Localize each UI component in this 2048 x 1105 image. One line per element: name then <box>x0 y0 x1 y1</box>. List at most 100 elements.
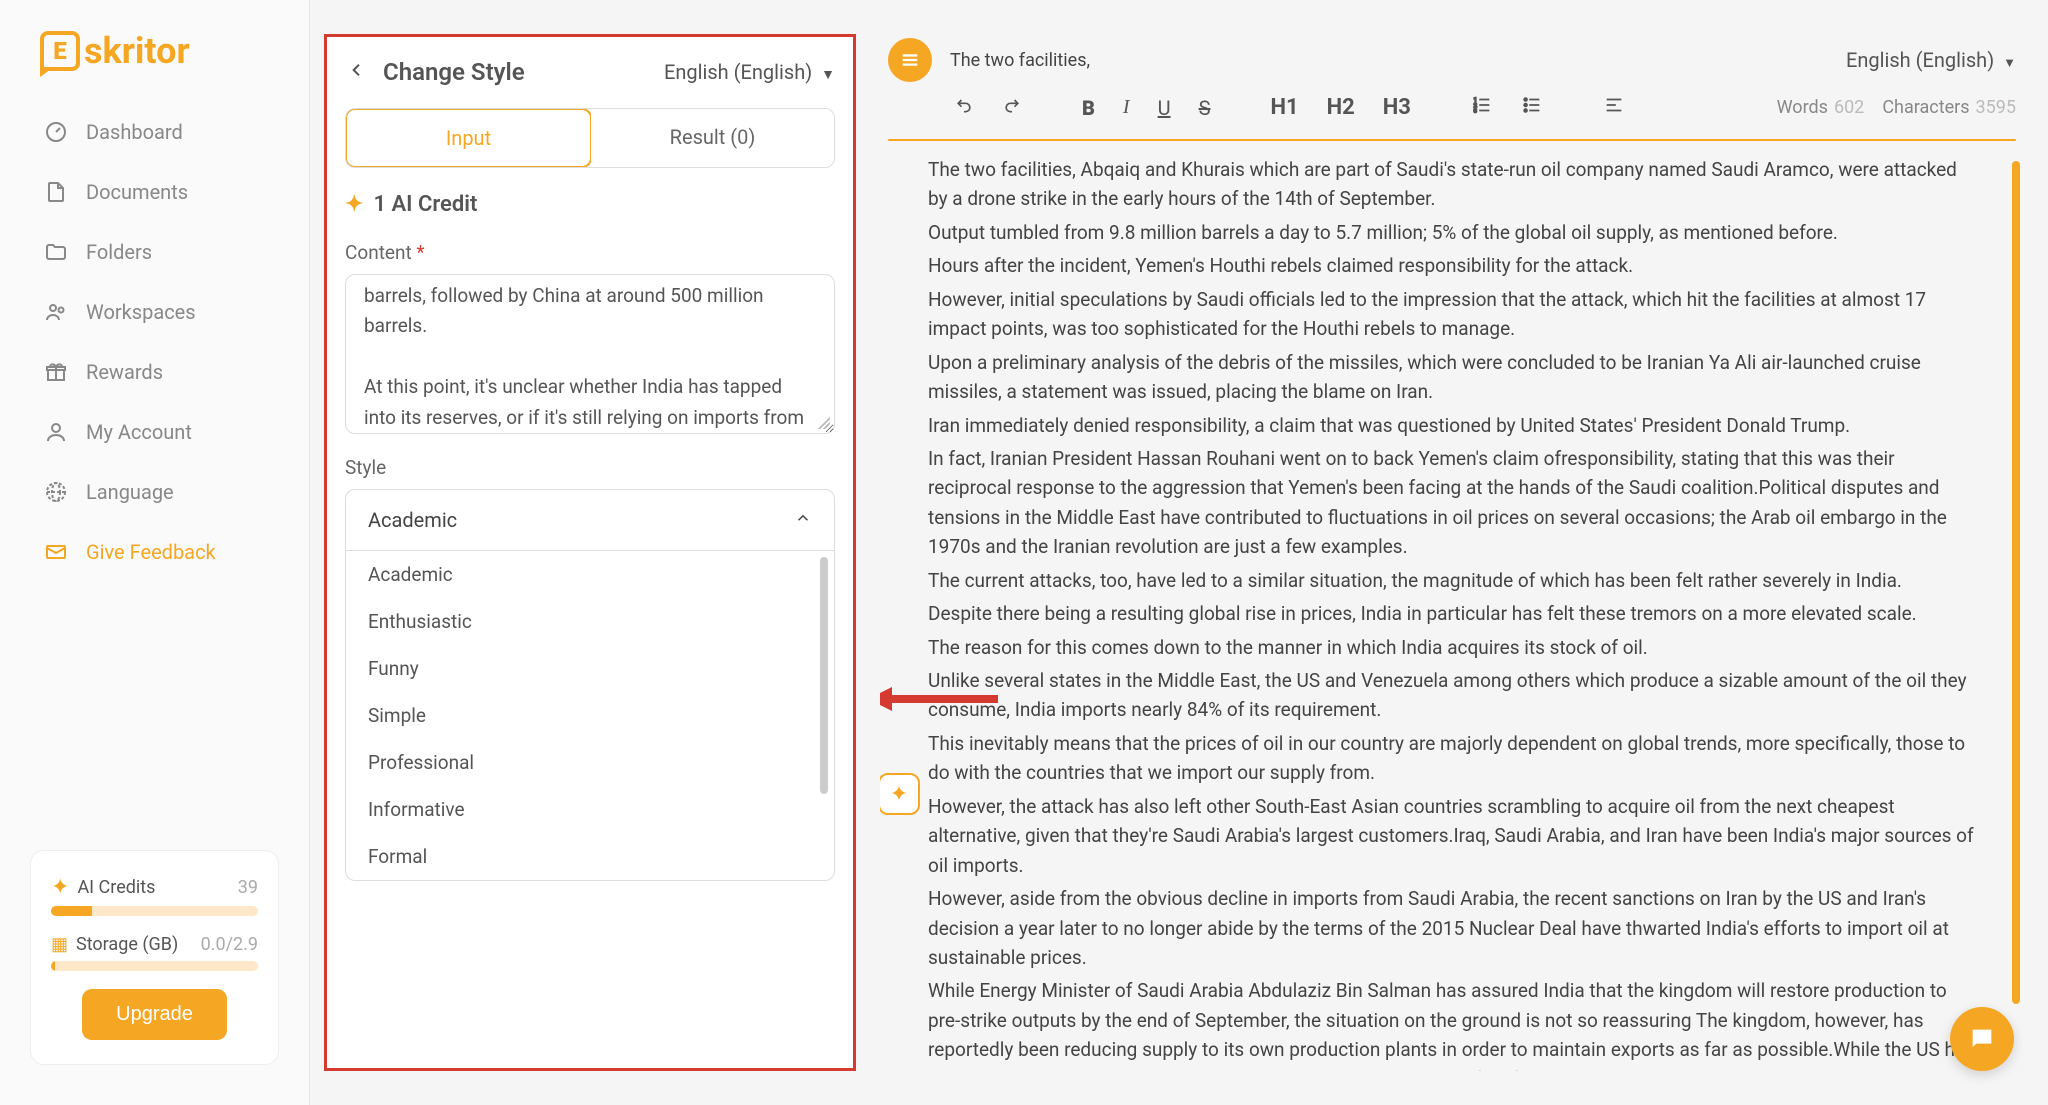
words-label: Words <box>1777 97 1828 118</box>
sidebar-item-documents[interactable]: Documents <box>24 162 285 222</box>
document-paragraph[interactable]: In fact, Iranian President Hassan Rouhan… <box>928 444 1980 562</box>
sidebar-item-label: My Account <box>86 420 192 444</box>
style-option-funny[interactable]: Funny <box>346 645 834 692</box>
sidebar-item-dashboard[interactable]: Dashboard <box>24 102 285 162</box>
ai-credits-label: AI Credits <box>77 877 155 898</box>
document-paragraph[interactable]: Output tumbled from 9.8 million barrels … <box>928 218 1980 247</box>
document-paragraph[interactable]: The current attacks, too, have led to a … <box>928 566 1980 595</box>
style-label: Style <box>345 456 835 479</box>
logo[interactable]: E skritor <box>0 20 309 102</box>
ai-credits-value: 39 <box>238 877 258 898</box>
mail-icon <box>44 540 68 564</box>
document-paragraph[interactable]: Hours after the incident, Yemen's Houthi… <box>928 251 1980 280</box>
menu-button[interactable] <box>888 38 932 82</box>
logo-text: skritor <box>84 30 190 72</box>
globe-icon <box>44 480 68 504</box>
document-paragraph[interactable]: This inevitably means that the prices of… <box>928 729 1980 788</box>
style-option-simple[interactable]: Simple <box>346 692 834 739</box>
storage-value: 0.0/2.9 <box>201 934 258 955</box>
chat-fab[interactable] <box>1950 1007 2014 1071</box>
editor-toolbar: B I U S H1 H2 H3 123 <box>880 82 2024 139</box>
sidebar-nav: Dashboard Documents Folders Workspaces <box>0 102 309 830</box>
sidebar-item-workspaces[interactable]: Workspaces <box>24 282 285 342</box>
sidebar: E skritor Dashboard Documents Folders <box>0 0 310 1105</box>
panel-language-select[interactable]: English (English) ▼ <box>664 60 835 84</box>
style-options-list: Academic Enthusiastic Funny Simple Profe… <box>345 551 835 881</box>
chevron-up-icon <box>794 508 812 532</box>
unordered-list-button[interactable] <box>1517 90 1547 125</box>
panel-title: Change Style <box>383 58 525 86</box>
sidebar-item-rewards[interactable]: Rewards <box>24 342 285 402</box>
sidebar-item-label: Dashboard <box>86 120 183 144</box>
document-paragraph[interactable]: However, aside from the obvious decline … <box>928 884 1980 972</box>
user-icon <box>44 420 68 444</box>
document-paragraph[interactable]: Iran immediately denied responsibility, … <box>928 411 1980 440</box>
strike-button[interactable]: S <box>1195 92 1215 124</box>
style-selected-value: Academic <box>368 508 457 532</box>
h3-button[interactable]: H3 <box>1379 91 1415 124</box>
document-body[interactable]: The two facilities, Abqaiq and Khurais w… <box>928 155 2000 1071</box>
storage-bar <box>51 961 258 971</box>
document-title[interactable]: The two facilities, <box>950 50 1828 71</box>
undo-button[interactable] <box>950 91 978 124</box>
sidebar-item-label: Documents <box>86 180 188 204</box>
users-icon <box>44 300 68 324</box>
storage-label: Storage (GB) <box>76 934 178 955</box>
ai-assist-button[interactable]: ✦ <box>880 773 920 815</box>
style-option-formal[interactable]: Formal <box>346 833 834 880</box>
logo-icon: E <box>40 31 80 71</box>
ai-credit-cost-label: 1 AI Credit <box>373 192 477 217</box>
word-char-count: Words 602 Characters 3595 <box>1777 97 2016 118</box>
upgrade-button[interactable]: Upgrade <box>82 989 227 1040</box>
folder-icon <box>44 240 68 264</box>
sparkles-icon: ✦ <box>51 875 69 900</box>
panel-language-label: English (English) <box>664 60 812 84</box>
style-option-informative[interactable]: Informative <box>346 786 834 833</box>
style-option-academic[interactable]: Academic <box>346 551 834 598</box>
style-option-professional[interactable]: Professional <box>346 739 834 786</box>
document-paragraph[interactable]: However, initial speculations by Saudi o… <box>928 285 1980 344</box>
words-value: 602 <box>1834 97 1864 118</box>
tab-input[interactable]: Input <box>345 108 592 168</box>
back-button[interactable] <box>345 55 369 88</box>
sidebar-item-account[interactable]: My Account <box>24 402 285 462</box>
document-paragraph[interactable]: While Energy Minister of Saudi Arabia Ab… <box>928 976 1980 1071</box>
sidebar-item-label: Workspaces <box>86 300 196 324</box>
tab-result[interactable]: Result (0) <box>591 109 834 167</box>
sidebar-item-language[interactable]: Language <box>24 462 285 522</box>
ordered-list-button[interactable]: 123 <box>1467 90 1497 125</box>
editor-language-label: English (English) <box>1846 48 1994 72</box>
h2-button[interactable]: H2 <box>1323 91 1359 124</box>
ai-credits-bar <box>51 906 258 916</box>
document-paragraph[interactable]: Unlike several states in the Middle East… <box>928 666 1980 725</box>
content-textarea[interactable]: barrels, followed by China at around 500… <box>345 274 835 434</box>
svg-text:3: 3 <box>1474 108 1477 114</box>
chars-value: 3595 <box>1976 97 2016 118</box>
file-icon <box>44 180 68 204</box>
sidebar-item-feedback[interactable]: Give Feedback <box>24 522 285 582</box>
sparkles-icon: ✦ <box>345 192 363 217</box>
change-style-panel: Change Style English (English) ▼ Input R… <box>310 0 870 1105</box>
editor-language-select[interactable]: English (English) ▼ <box>1846 48 2016 72</box>
style-option-enthusiastic[interactable]: Enthusiastic <box>346 598 834 645</box>
style-select[interactable]: Academic <box>345 489 835 551</box>
italic-button[interactable]: I <box>1119 92 1134 123</box>
redo-button[interactable] <box>998 91 1026 124</box>
document-paragraph[interactable]: The reason for this comes down to the ma… <box>928 633 1980 662</box>
underline-button[interactable]: U <box>1154 92 1175 124</box>
bold-button[interactable]: B <box>1078 92 1099 124</box>
editor-divider <box>888 139 2016 141</box>
document-paragraph[interactable]: Despite there being a resulting global r… <box>928 599 1980 628</box>
document-paragraph[interactable]: However, the attack has also left other … <box>928 792 1980 880</box>
document-paragraph[interactable]: Upon a preliminary analysis of the debri… <box>928 348 1980 407</box>
chars-label: Characters <box>1882 97 1969 118</box>
sidebar-item-label: Language <box>86 480 174 504</box>
sidebar-item-folders[interactable]: Folders <box>24 222 285 282</box>
document-paragraph[interactable]: The two facilities, Abqaiq and Khurais w… <box>928 155 1980 214</box>
ai-credit-cost: ✦ 1 AI Credit <box>345 192 835 217</box>
sparkles-icon: ✦ <box>890 782 908 807</box>
h1-button[interactable]: H1 <box>1266 91 1302 124</box>
scrollbar[interactable] <box>2012 161 2020 1004</box>
sidebar-item-label: Rewards <box>86 360 163 384</box>
align-button[interactable] <box>1599 90 1629 125</box>
